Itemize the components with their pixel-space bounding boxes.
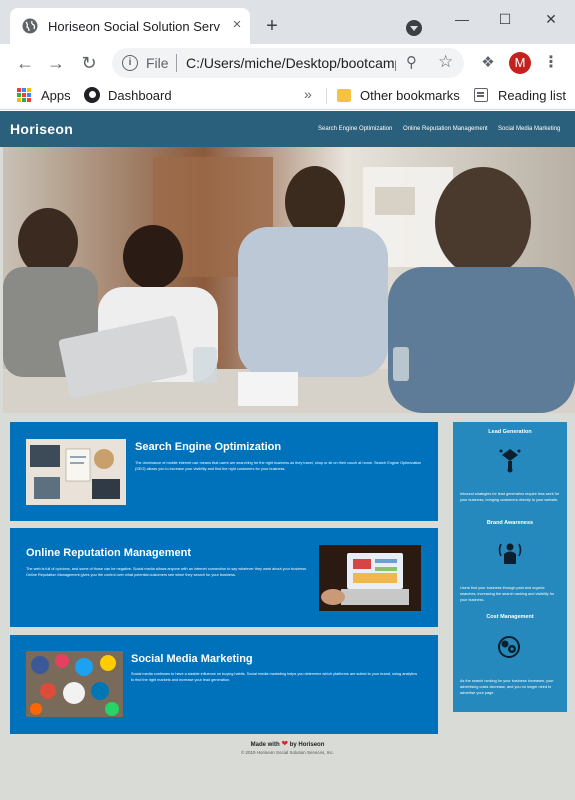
benefits-sidebar: Lead Generation Inbound strategies for l…: [453, 422, 567, 712]
footer-by-label: by Horiseon: [289, 742, 325, 748]
site-header: Horiseon Search Engine Optimization Onli…: [0, 111, 575, 147]
profile-avatar[interactable]: M: [509, 52, 531, 74]
nav-link-smm[interactable]: Social Media Marketing: [498, 126, 560, 132]
address-divider: [176, 54, 177, 72]
benefit-text: Users find your business through paid an…: [460, 586, 555, 602]
smm-heading: Social Media Marketing: [131, 653, 253, 665]
dashboard-icon: [84, 87, 100, 103]
bookmark-dashboard[interactable]: Dashboard: [108, 87, 172, 105]
extensions-icon[interactable]: ❖: [478, 53, 498, 73]
bookmark-apps[interactable]: Apps: [41, 87, 71, 105]
bookmarks-divider: [326, 88, 327, 104]
bookmark-reading-list[interactable]: Reading list: [498, 87, 566, 105]
tab-search-icon[interactable]: [406, 20, 422, 36]
benefit-title: Lead Generation: [488, 429, 532, 435]
orm-image: [319, 545, 421, 611]
new-tab-button[interactable]: +: [262, 16, 282, 36]
address-url[interactable]: C:/Users/miche/Desktop/bootcamp/Horiseon…: [186, 55, 396, 71]
zoom-icon[interactable]: ⚲: [406, 54, 424, 72]
tab-title: Horiseon Social Solution Services, Inc.: [48, 19, 220, 34]
web-page: Horiseon Search Engine Optimization Onli…: [0, 111, 575, 800]
benefit-text: Inbound strategies for lead generation r…: [460, 492, 560, 502]
footer-copyright: © 2019 Horiseon Social Solution Services…: [240, 750, 335, 755]
orm-text: The web is full of opinions, and some of…: [26, 567, 308, 577]
tab-close-icon[interactable]: ×: [228, 16, 246, 34]
cost-management-icon: [498, 636, 520, 658]
nav-link-seo[interactable]: Search Engine Optimization: [318, 126, 392, 132]
site-logo[interactable]: Horiseon: [10, 121, 73, 137]
close-window-button[interactable]: ✕: [536, 8, 566, 30]
info-icon[interactable]: i: [122, 55, 138, 71]
smm-image: [26, 651, 123, 717]
benefit-title: Cost Management: [486, 614, 534, 620]
bookmarks-overflow-icon[interactable]: »: [304, 86, 312, 102]
reload-icon[interactable]: ↻: [77, 51, 101, 75]
nav-link-orm[interactable]: Online Reputation Management: [403, 126, 488, 132]
forward-icon[interactable]: →: [44, 51, 68, 75]
footer-made-label: Made with: [250, 742, 280, 748]
seo-section: Search Engine Optimization The dominance…: [10, 422, 438, 521]
benefit-title: Brand Awareness: [486, 520, 534, 526]
browser-toolbar: ← → ↻ i File C:/Users/miche/Desktop/boot…: [0, 44, 575, 82]
brand-awareness-icon: [498, 543, 522, 564]
heart-icon: ❤: [281, 739, 289, 748]
bookmark-other[interactable]: Other bookmarks: [360, 87, 460, 105]
smm-text: Social media continues to have a sizable…: [131, 672, 417, 682]
maximize-button[interactable]: ☐: [490, 8, 520, 30]
apps-icon[interactable]: [17, 88, 31, 102]
bookmark-star-icon[interactable]: ☆: [438, 52, 456, 72]
hero-image: [3, 147, 575, 413]
minimize-button[interactable]: —: [447, 8, 477, 30]
lead-generation-icon: [499, 449, 521, 473]
back-icon[interactable]: ←: [13, 51, 37, 75]
seo-text: The dominance of mobile internet use mea…: [135, 461, 422, 471]
address-scheme: File: [146, 55, 169, 71]
seo-heading: Search Engine Optimization: [135, 441, 282, 453]
globe-icon: [22, 18, 38, 34]
site-footer: Made with ❤ by Horiseon © 2019 Horiseon …: [0, 739, 575, 755]
smm-section: Social Media Marketing Social media cont…: [10, 635, 438, 734]
menu-icon[interactable]: ⋮: [543, 52, 559, 74]
browser-titlebar: Horiseon Social Solution Services, Inc. …: [0, 0, 575, 44]
reading-list-icon: [474, 88, 488, 102]
benefit-text: As the search ranking for your business …: [460, 679, 554, 695]
folder-icon: [337, 89, 351, 102]
orm-section: Online Reputation Management The web is …: [10, 528, 438, 627]
address-bar[interactable]: i File C:/Users/miche/Desktop/bootcamp/H…: [112, 48, 464, 78]
orm-heading: Online Reputation Management: [26, 547, 192, 559]
footer-made-with: Made with ❤ by Horiseon: [0, 739, 575, 748]
seo-image: [26, 439, 126, 505]
browser-tab[interactable]: Horiseon Social Solution Services, Inc. …: [10, 8, 250, 44]
